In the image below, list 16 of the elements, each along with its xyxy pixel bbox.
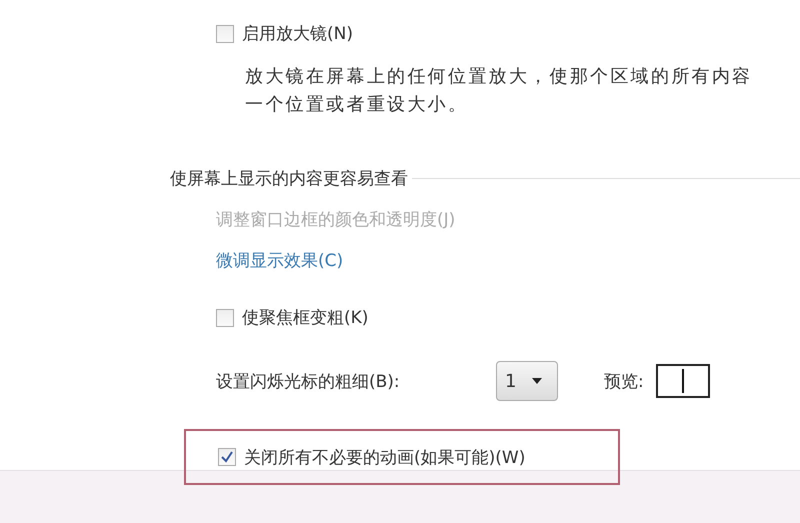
checkbox[interactable]	[216, 308, 234, 326]
preview-label: 预览:	[604, 370, 644, 392]
width-dropdown[interactable]: 1	[496, 361, 558, 401]
description-text: 放大镜在屏幕上的任何位置放大，使那个区域的所有内容	[245, 65, 754, 89]
check-icon	[221, 451, 233, 463]
checkbox[interactable]	[218, 448, 236, 466]
checkbox[interactable]	[216, 24, 234, 42]
caret-icon	[532, 378, 542, 384]
cursor-width-label: 设置闪烁光标的粗细(B):	[216, 370, 401, 392]
cursor-preview	[656, 364, 710, 398]
checkbox-label: 关闭所有不必要的动画(如果可能)(W)	[244, 446, 526, 468]
description-text: 一个位置或者重设大小。	[245, 93, 470, 117]
link[interactable]: 微调显示效果(C)	[216, 251, 344, 271]
checkbox-label: 使聚焦框变粗(K)	[242, 307, 368, 329]
checkbox-label: 启用放大镜(N)	[242, 23, 353, 45]
section-heading: 使屏幕上显示的内容更容易查看	[170, 168, 408, 190]
